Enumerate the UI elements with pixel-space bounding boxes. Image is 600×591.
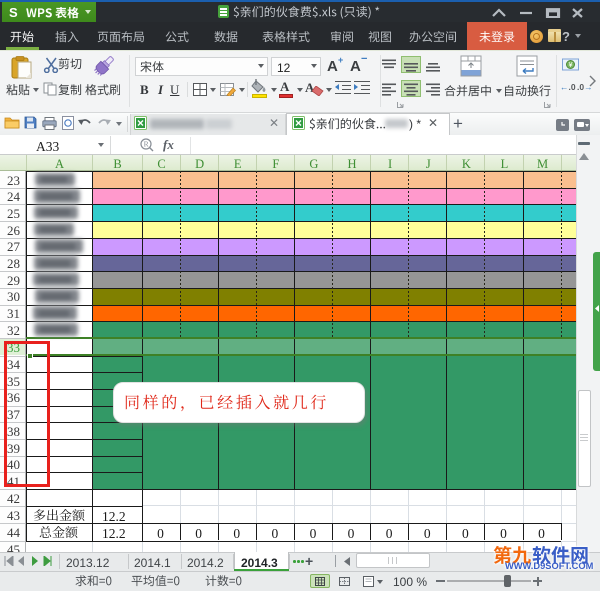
svg-text:R: R [144, 140, 149, 149]
svg-text:¥: ¥ [569, 62, 573, 69]
